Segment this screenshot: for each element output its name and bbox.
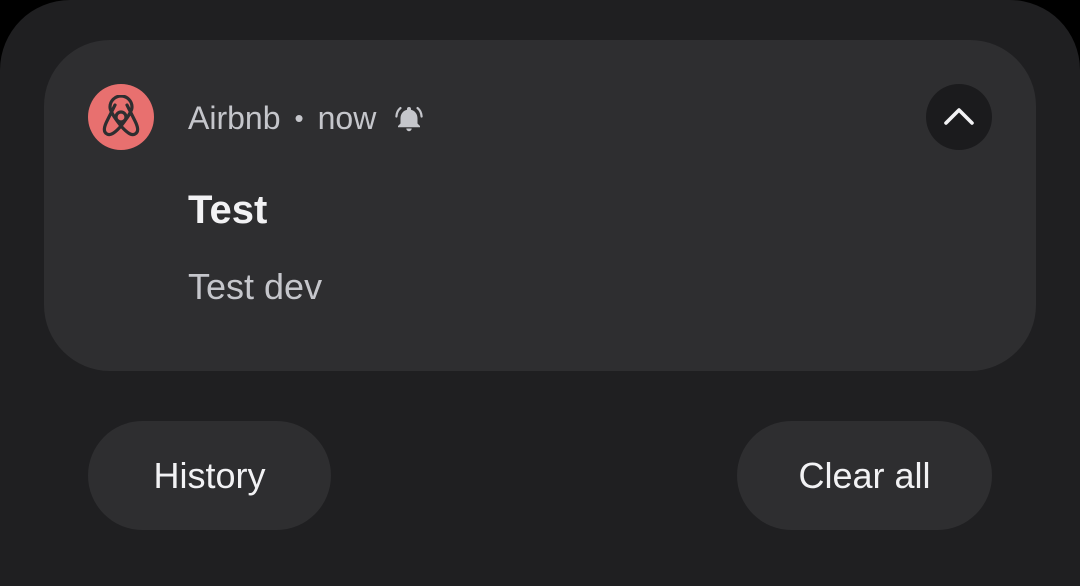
collapse-button[interactable] <box>926 84 992 150</box>
notification-title: Test <box>188 188 268 232</box>
notification-time: now <box>317 99 377 136</box>
chevron-up-icon <box>939 97 979 137</box>
bell-alert-icon <box>394 103 424 133</box>
history-button[interactable]: History <box>88 421 331 530</box>
airbnb-logo-icon <box>88 84 154 150</box>
notification-body: Test dev <box>188 266 323 307</box>
notification-header: Airbnb • now <box>188 96 424 140</box>
app-name: Airbnb <box>188 99 281 136</box>
notification-shade: Airbnb • now Test Test dev History Clear… <box>0 0 1080 586</box>
clear-all-button[interactable]: Clear all <box>737 421 992 530</box>
notification-card[interactable]: Airbnb • now Test Test dev <box>44 40 1036 371</box>
header-separator: • <box>294 102 304 133</box>
